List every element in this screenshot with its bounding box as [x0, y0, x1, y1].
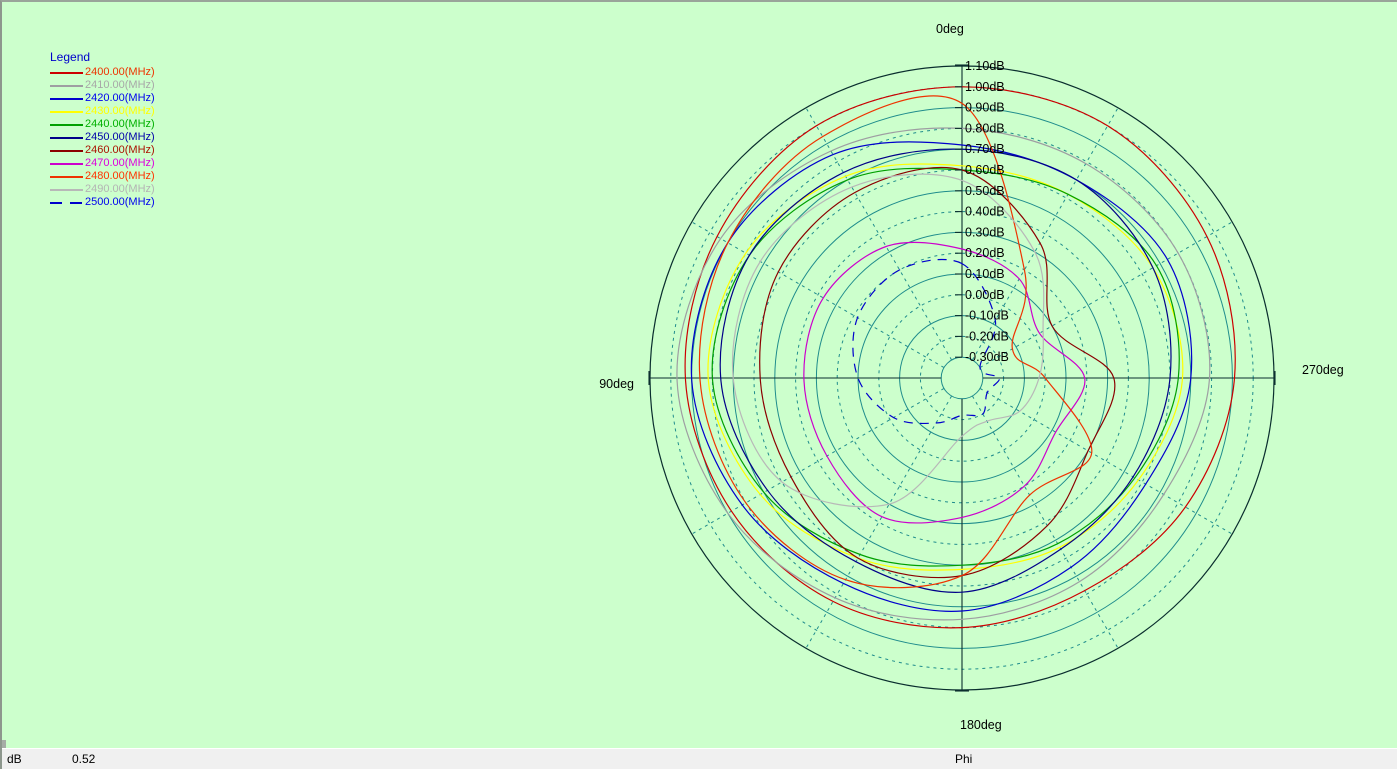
- legend-line-swatch: [50, 150, 83, 152]
- radial-tick-label: 1.10dB: [965, 59, 1005, 73]
- radial-tick-label: 0.40dB: [965, 205, 1005, 219]
- angle-label: 0deg: [936, 22, 964, 36]
- legend-entry[interactable]: 2410.00(MHz): [50, 79, 155, 92]
- legend-entry[interactable]: 2440.00(MHz): [50, 118, 155, 131]
- angle-label: 90deg: [599, 377, 634, 391]
- legend-entry[interactable]: 2460.00(MHz): [50, 144, 155, 157]
- radial-tick-label: -0.20dB: [965, 329, 1009, 343]
- status-bar: dB 0.52 Phi: [2, 748, 1397, 769]
- radial-tick-label: -0.30dB: [965, 350, 1009, 364]
- legend-entry[interactable]: 2400.00(MHz): [50, 66, 155, 79]
- legend-entry[interactable]: 2430.00(MHz): [50, 105, 155, 118]
- legend-entry-label: 2410.00(MHz): [85, 79, 155, 92]
- radial-tick-label: 0.00dB: [965, 288, 1005, 302]
- legend-entry[interactable]: 2490.00(MHz): [50, 183, 155, 196]
- legend-entry[interactable]: 2480.00(MHz): [50, 170, 155, 183]
- legend-line-swatch: [50, 202, 83, 204]
- status-unit-label: dB: [7, 752, 22, 766]
- legend-entry[interactable]: 2500.00(MHz): [50, 196, 155, 209]
- legend-line-swatch: [50, 72, 83, 74]
- legend-line-swatch: [50, 189, 83, 191]
- legend-entry-label: 2430.00(MHz): [85, 105, 155, 118]
- legend-entry-label: 2450.00(MHz): [85, 131, 155, 144]
- angle-label: 270deg: [1302, 363, 1344, 377]
- radial-tick-label: 1.00dB: [965, 80, 1005, 94]
- series-curve: [760, 167, 1115, 577]
- legend-entry-label: 2500.00(MHz): [85, 196, 155, 209]
- legend-entry[interactable]: 2420.00(MHz): [50, 92, 155, 105]
- polar-chart-canvas[interactable]: 1.10dB 1.00dB 0.90dB 0.80dB 0.70dB 0.60dB 0.50…: [2, 2, 1397, 751]
- legend-panel: Legend 2400.00(MHz)2410.00(MHz)2420.00(M…: [50, 51, 155, 209]
- radial-tick-label: 0.20dB: [965, 246, 1005, 260]
- status-cursor-value: 0.52: [72, 752, 95, 766]
- legend-entries: 2400.00(MHz)2410.00(MHz)2420.00(MHz)2430…: [50, 66, 155, 209]
- legend-entry-label: 2460.00(MHz): [85, 144, 155, 157]
- legend-line-swatch: [50, 98, 83, 100]
- plot-window: 1.10dB 1.00dB 0.90dB 0.80dB 0.70dB 0.60dB 0.50…: [0, 0, 1397, 769]
- status-axis-label: Phi: [955, 752, 972, 766]
- legend-entry-label: 2480.00(MHz): [85, 170, 155, 183]
- radial-tick-label: -0.10dB: [965, 309, 1009, 323]
- legend-line-swatch: [50, 163, 83, 165]
- legend-line-swatch: [50, 124, 83, 126]
- legend-entry[interactable]: 2450.00(MHz): [50, 131, 155, 144]
- legend-entry-label: 2400.00(MHz): [85, 66, 155, 79]
- legend-entry-label: 2470.00(MHz): [85, 157, 155, 170]
- radial-tick-label: 0.50dB: [965, 184, 1005, 198]
- radial-tick-label: 0.70dB: [965, 142, 1005, 156]
- legend-line-swatch: [50, 111, 83, 113]
- radial-tick-label: 0.60dB: [965, 163, 1005, 177]
- legend-entry-label: 2440.00(MHz): [85, 118, 155, 131]
- legend-title: Legend: [50, 51, 155, 64]
- radial-tick-label: 0.90dB: [965, 101, 1005, 115]
- radial-tick-label: 0.10dB: [965, 267, 1005, 281]
- legend-entry-label: 2420.00(MHz): [85, 92, 155, 105]
- legend-line-swatch: [50, 137, 83, 139]
- legend-entry-label: 2490.00(MHz): [85, 183, 155, 196]
- legend-line-swatch: [50, 176, 83, 178]
- radial-tick-label: 0.30dB: [965, 225, 1005, 239]
- angle-label: 180deg: [960, 718, 1002, 732]
- series-curve: [712, 168, 1179, 566]
- radial-tick-label: 0.80dB: [965, 121, 1005, 135]
- legend-entry[interactable]: 2470.00(MHz): [50, 157, 155, 170]
- legend-line-swatch: [50, 85, 83, 87]
- series-curve: [708, 164, 1183, 570]
